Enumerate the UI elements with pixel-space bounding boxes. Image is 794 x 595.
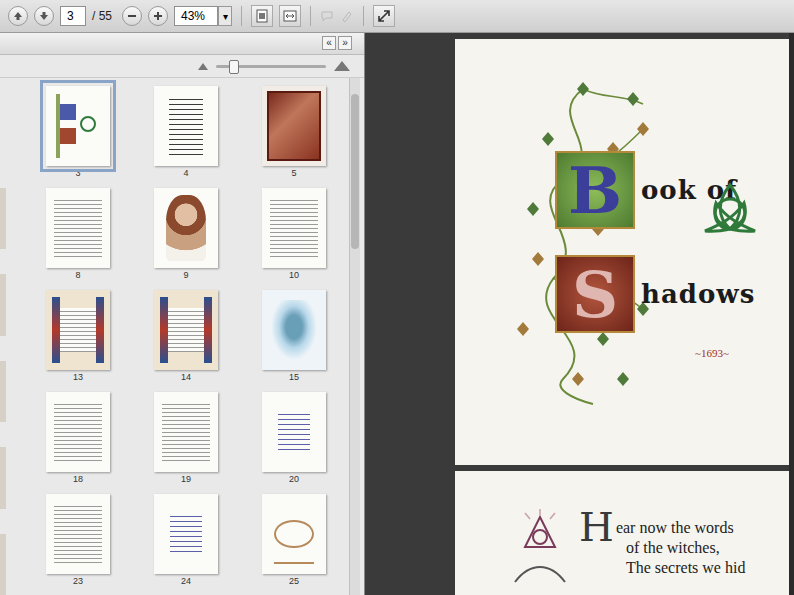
panel-nav-button[interactable]: « (322, 36, 336, 50)
page-number-label: 18 (73, 474, 83, 486)
plus-icon (152, 10, 164, 22)
previous-page-button[interactable] (8, 6, 28, 26)
pdf-viewer: 3 / 55 43% ▾ «» 3 4 5 8 9 10 13 14 15 18… (0, 0, 794, 595)
verse-line: ear now the words (616, 519, 746, 537)
fit-page-button[interactable] (251, 5, 273, 27)
page-thumbnail[interactable]: 15 (256, 290, 332, 384)
fit-page-icon (255, 9, 269, 23)
zoom-out-button[interactable] (122, 6, 142, 26)
page-number-label: 10 (289, 270, 299, 282)
next-page: H ear now the words of the witches, The se… (455, 471, 789, 595)
thumbnail-panel: «» 3 4 5 8 9 10 13 14 15 18 19 20 23 24 … (0, 33, 365, 595)
page-thumbnail[interactable]: 25 (256, 494, 332, 588)
page-number-field[interactable]: 3 (60, 6, 86, 26)
full-screen-button[interactable] (373, 5, 395, 27)
page-thumbnail[interactable]: 9 (148, 188, 224, 282)
page-number-label: 23 (73, 576, 83, 588)
highlight-icon (340, 9, 354, 23)
verse-line: The secrets we hid (616, 559, 746, 577)
title-page: B ook of S hadows ~1693~ (455, 39, 789, 465)
page-thumbnail[interactable]: 4 (148, 86, 224, 180)
expand-icon (377, 9, 391, 23)
page-number-label: 14 (181, 372, 191, 384)
page-number-label: 19 (181, 474, 191, 486)
arrow-down-icon (38, 10, 50, 22)
thumbnail-size-row (0, 55, 364, 77)
thumbnail-scrollbar[interactable] (349, 78, 360, 595)
fit-width-icon (283, 9, 297, 23)
emblem-icon (505, 507, 575, 587)
vine-ornament-icon (503, 79, 653, 409)
page-number-label: 15 (289, 372, 299, 384)
page-thumbnail[interactable]: 13 (40, 290, 116, 384)
page-number-label: 25 (289, 576, 299, 588)
large-mountain-icon (334, 61, 350, 71)
page-thumbnail[interactable]: 19 (148, 392, 224, 486)
page-thumbnail[interactable]: 8 (40, 188, 116, 282)
title-line: S hadows (555, 255, 789, 333)
page-thumbnail[interactable]: 5 (256, 86, 332, 180)
illuminated-initial: B (555, 151, 635, 229)
page-number-label: 8 (75, 270, 80, 282)
page-thumbnail[interactable]: 24 (148, 494, 224, 588)
next-page-button[interactable] (34, 6, 54, 26)
panel-nav-button[interactable]: » (338, 36, 352, 50)
zoom-dropdown-button[interactable]: ▾ (218, 6, 232, 26)
page-number-label: 13 (73, 372, 83, 384)
page-number-label: 3 (75, 168, 80, 180)
page-number-label: 4 (183, 168, 188, 180)
page-number-label: 9 (183, 270, 188, 282)
page-count: / 55 (92, 9, 112, 23)
verse-line: of the witches, (616, 539, 746, 557)
triquetra-icon (699, 179, 761, 241)
fit-width-button[interactable] (279, 5, 301, 27)
toolbar: 3 / 55 43% ▾ (0, 0, 794, 33)
small-mountain-icon (198, 62, 208, 70)
title-line: B ook of (555, 139, 789, 241)
page-number-label: 20 (289, 474, 299, 486)
verse-initial: H (579, 507, 614, 547)
zoom-field[interactable]: 43% (174, 6, 218, 26)
page-thumbnail[interactable]: 20 (256, 392, 332, 486)
comment-icon (320, 9, 334, 23)
thumbnail-grid: 3 4 5 8 9 10 13 14 15 18 19 20 23 24 25 (8, 78, 349, 595)
page-number-label: 5 (291, 168, 296, 180)
page-thumbnail[interactable]: 10 (256, 188, 332, 282)
panel-header: «» (0, 33, 364, 55)
page-thumbnail[interactable]: 14 (148, 290, 224, 384)
zoom-in-button[interactable] (148, 6, 168, 26)
page-thumbnail[interactable]: 3 (40, 86, 116, 180)
document-view: B ook of S hadows ~1693~ H ear now the w… (455, 33, 789, 595)
page-thumbnail[interactable]: 18 (40, 392, 116, 486)
page-number-label: 24 (181, 576, 191, 588)
date-text: ~1693~ (695, 347, 729, 359)
thumbnail-size-slider[interactable] (216, 65, 326, 68)
illuminated-initial: S (555, 255, 635, 333)
page-thumbnail[interactable]: 23 (40, 494, 116, 588)
arrow-up-icon (12, 10, 24, 22)
minus-icon (126, 10, 138, 22)
